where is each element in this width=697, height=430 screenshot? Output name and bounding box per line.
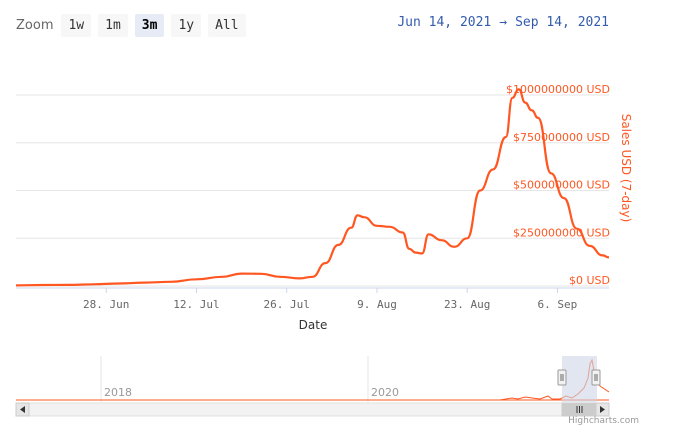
navigator-left-handle[interactable] <box>557 369 567 386</box>
x-tick-label: 12. Jul <box>173 298 219 311</box>
sales-chart: 28. Jun 12. Jul 26. Jul 9. Aug 23. Aug 6. Sep… <box>15 83 633 417</box>
highcharts-credit[interactable]: Highcharts.com <box>568 416 639 426</box>
y-tick-label: $750000000 USD <box>513 131 610 144</box>
y-axis-title: Sales USD (7-day) <box>619 114 633 223</box>
y-axis: $0 USD $250000000 USD $500000000 USD $75000… <box>506 83 610 287</box>
navigator-label-2018: 2018 <box>104 386 132 399</box>
x-axis-title: Date <box>299 318 328 332</box>
x-tick-label: 9. Aug <box>357 298 397 311</box>
x-tick-label: 26. Jul <box>264 298 310 311</box>
scrollbar-track[interactable] <box>15 402 610 417</box>
x-tick-label: 23. Aug <box>444 298 490 311</box>
x-axis: 28. Jun 12. Jul 26. Jul 9. Aug 23. Aug 6. Sep <box>16 287 609 311</box>
y-tick-label: $1000000000 USD <box>506 83 610 96</box>
x-tick-label: 6. Sep <box>538 298 578 311</box>
navigator[interactable]: 2018 2020 <box>15 355 610 403</box>
x-tick-label: 28. Jun <box>83 298 129 311</box>
y-tick-label: $0 USD <box>569 274 610 287</box>
navigator-right-handle[interactable] <box>591 369 601 386</box>
scrollbar[interactable] <box>15 402 610 417</box>
navigator-label-2020: 2020 <box>371 386 399 399</box>
y-tick-label: $500000000 USD <box>513 179 610 192</box>
y-tick-label: $250000000 USD <box>513 226 610 239</box>
